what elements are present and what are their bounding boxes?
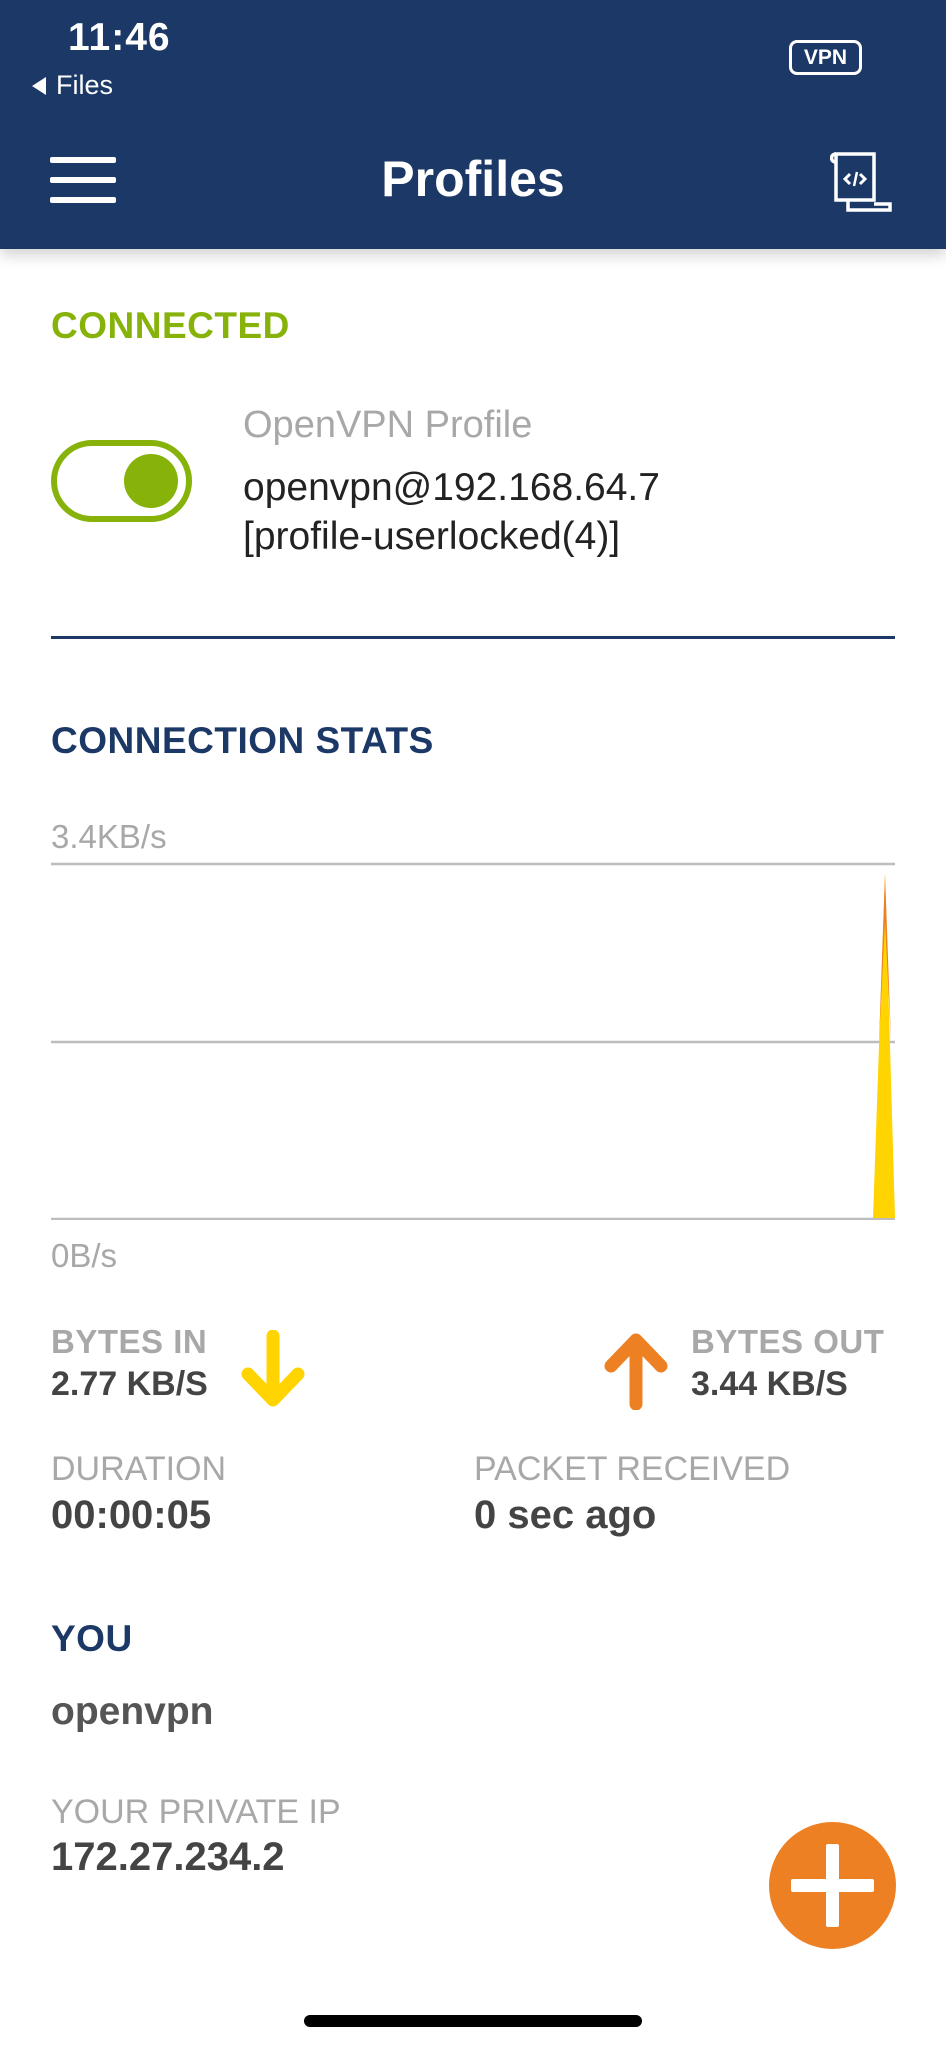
private-ip-value: 172.27.234.2 — [51, 1835, 285, 1879]
username: openvpn — [51, 1690, 214, 1733]
download-arrow-icon — [241, 1330, 305, 1407]
chart-max-label: 3.4KB/s — [51, 818, 167, 855]
profile-tag: [profile-userlocked(4)] — [243, 515, 621, 558]
log-scroll-icon[interactable] — [830, 150, 896, 216]
connection-stats-title: CONNECTION STATS — [51, 720, 434, 761]
bytes-in-label: BYTES IN — [51, 1323, 208, 1360]
back-arrow-icon — [32, 76, 46, 95]
duration-label: DURATION — [51, 1450, 227, 1488]
profile-host: openvpn@192.168.64.7 — [243, 466, 660, 509]
profile-name: OpenVPN Profile — [243, 404, 533, 446]
vpn-status-badge: VPN — [789, 40, 862, 75]
connection-toggle[interactable] — [51, 440, 192, 522]
packet-received-value: 0 sec ago — [474, 1493, 657, 1537]
back-label: Files — [56, 70, 114, 100]
app-header: 11:46 Files VPN Profiles — [0, 0, 946, 249]
add-profile-button[interactable] — [769, 1822, 896, 1949]
status-time: 11:46 — [68, 16, 171, 59]
home-indicator — [304, 2015, 642, 2027]
page-title: Profiles — [381, 151, 565, 207]
packet-received-label: PACKET RECEIVED — [474, 1450, 791, 1488]
bytes-out-value: 3.44 KB/S — [691, 1365, 848, 1403]
throughput-chart — [51, 862, 895, 1220]
bytes-out-label: BYTES OUT — [691, 1323, 885, 1360]
toggle-knob — [124, 454, 178, 508]
bytes-in-value: 2.77 KB/S — [51, 1365, 208, 1403]
you-section-title: YOU — [51, 1618, 133, 1659]
private-ip-label: YOUR PRIVATE IP — [51, 1793, 341, 1831]
upload-arrow-icon — [604, 1333, 668, 1410]
duration-value: 00:00:05 — [51, 1493, 212, 1537]
back-to-files-link[interactable]: Files — [32, 70, 113, 101]
section-divider — [51, 636, 895, 639]
connection-status-label: CONNECTED — [51, 305, 290, 346]
chart-min-label: 0B/s — [51, 1237, 118, 1274]
